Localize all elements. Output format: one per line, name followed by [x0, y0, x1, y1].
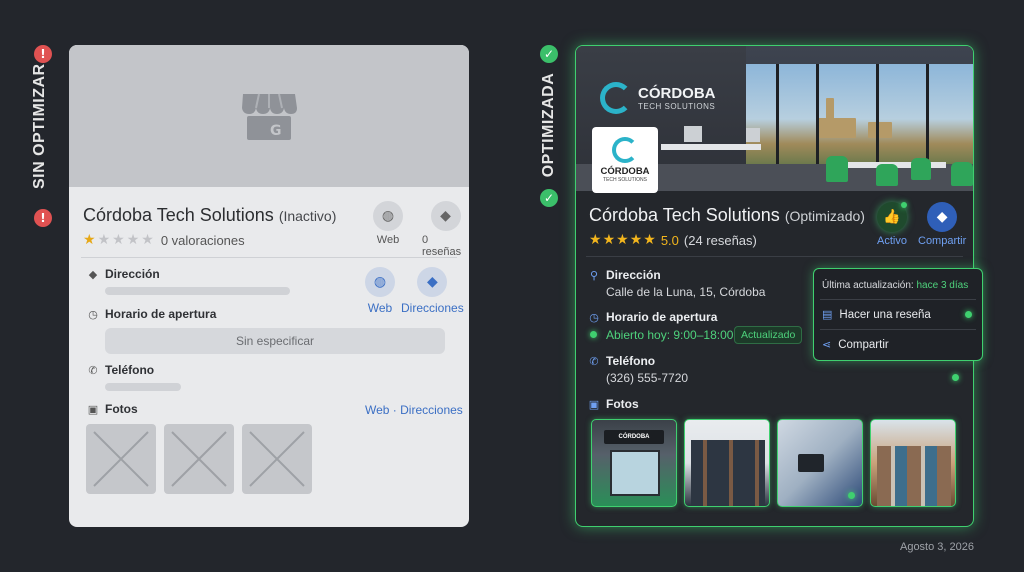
directions-side-button[interactable]: ◆ Direcciones	[401, 267, 464, 315]
divider	[81, 257, 457, 258]
star-icon: ★	[602, 232, 616, 248]
status-dot	[952, 374, 959, 381]
business-name: Córdoba Tech Solutions (Inactivo)	[83, 205, 337, 225]
review-icon: ▤	[822, 308, 833, 321]
status-dot	[965, 311, 972, 318]
company-logo-icon	[612, 137, 638, 163]
star-icon: ★	[83, 232, 96, 248]
image-icon: ▣	[588, 397, 600, 411]
globe-icon: ◍	[365, 267, 395, 297]
star-icon: ★	[643, 232, 656, 248]
broken-image-icon	[93, 431, 149, 487]
hours-value: Sin especificar	[105, 328, 445, 354]
web-side-button[interactable]: ◍ Web	[365, 267, 395, 315]
directions-icon: ◆	[417, 267, 448, 297]
divider	[820, 299, 976, 300]
last-update: Última actualización: hace 3 días	[822, 280, 969, 291]
star-icon: ★	[126, 232, 140, 248]
directions-icon: ◆	[430, 201, 461, 231]
share-item[interactable]: ⋖ Compartir	[822, 338, 889, 351]
unoptimized-business-card: G Córdoba Tech Solutions (Inactivo) ★ ★ …	[69, 45, 469, 527]
business-name: Córdoba Tech Solutions (Optimizado)	[589, 205, 865, 225]
open-status-dot	[590, 331, 597, 338]
address-row: ◆ Dirección	[88, 267, 160, 281]
globe-icon: ◍	[373, 201, 403, 231]
star-icon: ★	[97, 232, 111, 248]
phone-icon: ✆	[88, 363, 98, 377]
web-button[interactable]: ◍ Web	[373, 201, 403, 246]
divider	[820, 329, 976, 330]
star-icon: ★	[112, 232, 125, 248]
phone-value[interactable]: (326) 555-7720	[606, 371, 688, 385]
phone-icon: ✆	[589, 354, 599, 368]
address-skeleton	[105, 287, 290, 295]
reviews-count: 0 valoraciones	[160, 232, 245, 248]
footer-date: Agosto 3, 2026	[899, 541, 974, 553]
photos-row: ▣ Fotos	[87, 402, 138, 416]
reviews-count[interactable]: (24 reseñas)	[684, 233, 757, 248]
divider	[586, 256, 963, 257]
meeting-photo[interactable]	[777, 419, 863, 507]
svg-text:G: G	[270, 123, 282, 139]
clock-icon: ◷	[589, 310, 599, 324]
company-logo-icon	[600, 82, 632, 114]
share-button[interactable]: ◆ Compartir	[918, 202, 966, 247]
phone-row: ✆ Teléfono	[589, 354, 656, 368]
phone-skeleton	[105, 383, 181, 391]
hours-row: ◷ Horario de apertura	[88, 307, 217, 321]
location-pin-icon: ⚲	[589, 268, 599, 282]
star-icon: ★	[629, 232, 643, 248]
hours-value: Abierto hoy: 9:00–18:00	[606, 328, 734, 342]
wall-logo: CÓRDOBA TECH SOLUTIONS	[600, 82, 716, 114]
rating: ★ ★ ★ ★ ★ 5.0 (24 reseñas)	[589, 232, 757, 248]
right-panel-label: OPTIMIZADA	[540, 72, 557, 178]
address-row: ⚲ Dirección	[589, 268, 661, 282]
rating: ★ ★ ★ ★ ★ 0 valoraciones	[83, 232, 245, 248]
clock-icon: ◷	[88, 307, 98, 321]
activity-popup: Última actualización: hace 3 días ▤ Hacer…	[813, 268, 983, 361]
star-icon: ★	[589, 232, 602, 248]
photos-row: ▣ Fotos	[588, 397, 639, 411]
business-status: (Optimizado)	[784, 208, 865, 224]
broken-image-icon	[249, 431, 305, 487]
phone-row: ✆ Teléfono	[88, 363, 155, 377]
rating-score: 5.0	[660, 232, 679, 248]
warning-icon: !	[34, 209, 52, 227]
star-icon: ★	[141, 232, 154, 248]
reviews-button[interactable]: ◆ 0 reseñas	[422, 201, 469, 258]
status-dot	[901, 202, 907, 208]
web-directions-link[interactable]: Web · Direcciones	[365, 403, 463, 417]
storefront-icon: G	[242, 93, 297, 140]
updated-badge: Actualizado	[734, 326, 803, 344]
check-icon: ✓	[540, 189, 558, 207]
share-icon: ⋖	[822, 338, 832, 351]
placeholder-banner: G	[69, 45, 469, 187]
photo-placeholder	[86, 424, 156, 494]
write-review-item[interactable]: ▤ Hacer una reseña	[822, 308, 931, 321]
directions-icon: ◆	[88, 267, 98, 281]
hours-row: ◷ Horario de apertura	[589, 310, 718, 324]
team-photo[interactable]	[684, 419, 770, 507]
storefront-photo[interactable]: CÓRDOBA	[591, 419, 677, 507]
profile-logo: CÓRDOBA TECH SOLUTIONS	[592, 127, 658, 193]
photo-placeholder	[242, 424, 312, 494]
broken-image-icon	[171, 431, 227, 487]
image-icon: ▣	[87, 402, 99, 416]
warning-icon: !	[34, 45, 52, 63]
business-status: (Inactivo)	[278, 208, 337, 224]
check-icon: ✓	[540, 45, 558, 63]
address-value[interactable]: Calle de la Luna, 15, Córdoba	[606, 285, 765, 299]
customers-photo[interactable]	[870, 419, 956, 507]
active-button[interactable]: 👍 Activo	[877, 202, 907, 247]
left-panel-label: SIN OPTIMIZAR	[31, 63, 48, 189]
star-icon: ★	[616, 232, 629, 248]
photo-placeholder	[164, 424, 234, 494]
directions-icon: ◆	[927, 202, 958, 232]
